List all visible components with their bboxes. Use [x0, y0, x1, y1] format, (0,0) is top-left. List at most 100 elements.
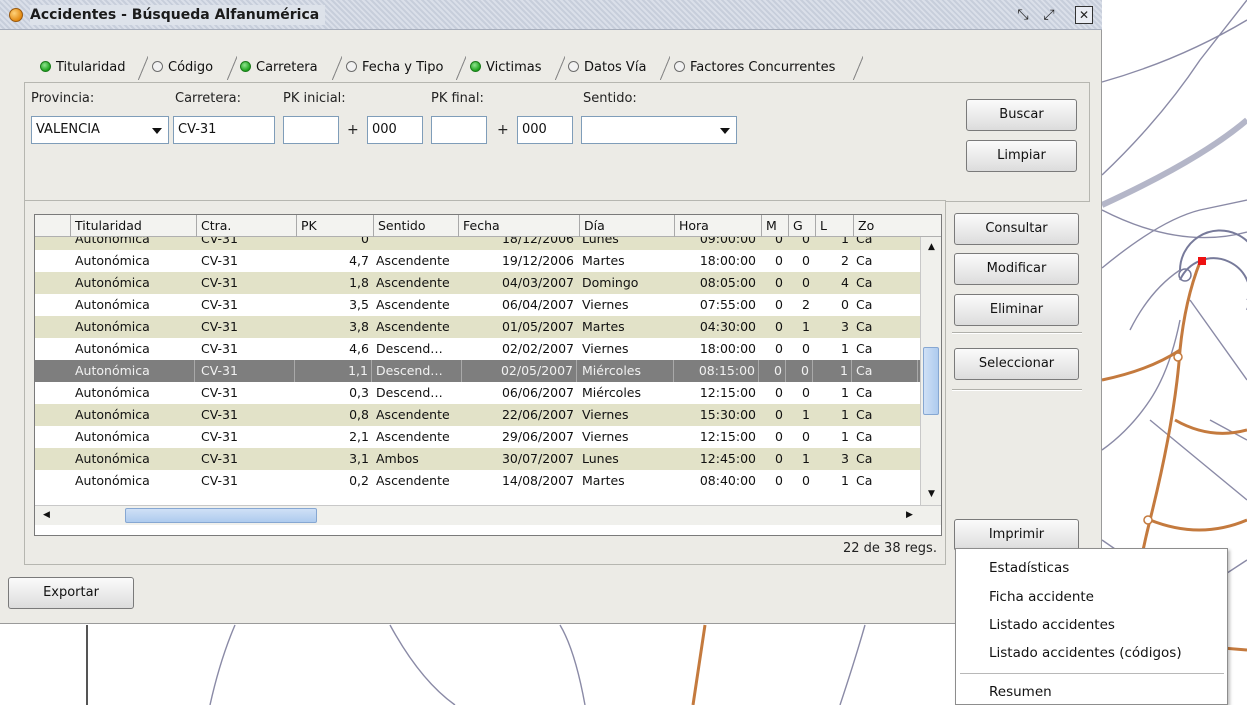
cell-titularidad: Autonómica	[75, 319, 150, 334]
cell-titularidad: Autonómica	[75, 429, 150, 444]
cell-g: 0	[802, 473, 810, 488]
cell-fecha: 22/06/2007	[501, 407, 574, 422]
seleccionar-button[interactable]: Seleccionar	[954, 348, 1079, 380]
cell-pk: 4,6	[349, 341, 369, 356]
cell-hora: 12:15:00	[699, 429, 756, 444]
pk-final-km-input[interactable]	[431, 116, 487, 144]
row-header-corner	[35, 215, 71, 237]
cell-pk: 3,8	[349, 319, 369, 334]
cell-sentido: Ascendente	[376, 429, 450, 444]
restore-icon[interactable]: ⤡	[1014, 6, 1032, 24]
cell-m: 0	[775, 385, 783, 400]
column-header[interactable]: Sentido	[374, 215, 459, 237]
vertical-scroll-thumb[interactable]	[923, 347, 939, 415]
tab-victimas[interactable]: Victimas	[460, 56, 541, 80]
table-row[interactable]: Autonómica CV-31 0,2 Ascendente 14/08/2007 Ma…	[35, 470, 920, 492]
exportar-button[interactable]: Exportar	[8, 577, 134, 609]
cell-zona: Ca	[856, 360, 918, 382]
cell-titularidad: Autonómica	[75, 237, 150, 246]
cell-l: 0	[841, 297, 849, 312]
cell-fecha: 14/08/2007	[501, 473, 574, 488]
tab-carretera[interactable]: Carretera	[230, 56, 318, 80]
pk-final-m-input[interactable]: 000	[517, 116, 573, 144]
pk-inicial-m-input[interactable]: 000	[367, 116, 423, 144]
column-header[interactable]: M	[762, 215, 789, 237]
column-header[interactable]: Día	[580, 215, 675, 237]
maximize-icon[interactable]: ⤢	[1040, 6, 1058, 24]
column-header[interactable]: Fecha	[459, 215, 580, 237]
buscar-button[interactable]: Buscar	[966, 99, 1077, 131]
column-header[interactable]: Ctra.	[197, 215, 297, 237]
cell-ctra: CV-31	[201, 407, 238, 422]
pk-inicial-km-input[interactable]	[283, 116, 339, 144]
vertical-scrollbar[interactable]: ▲ ▼	[920, 237, 941, 505]
horizontal-scrollbar[interactable]: ◀ ▶	[35, 505, 941, 525]
app-icon	[9, 8, 23, 22]
eliminar-button[interactable]: Eliminar	[954, 294, 1079, 326]
cell-zona: Ca	[856, 407, 873, 422]
sentido-select[interactable]	[581, 116, 737, 144]
horizontal-scroll-thumb[interactable]	[125, 508, 317, 523]
table-row[interactable]: Autonómica CV-31 2,1 Ascendente 29/06/2007 Vi…	[35, 426, 920, 448]
tab-factores-concurrentes[interactable]: Factores Concurrentes	[664, 56, 835, 80]
cell-dia: Domingo	[582, 275, 639, 290]
table-body: Autonómica CV-31 0 18/12/2006 Lunes 09:00:00 0…	[35, 237, 920, 505]
imprimir-button[interactable]: Imprimir	[954, 519, 1079, 551]
window-title: Accidentes - Búsqueda Alfanumérica	[30, 5, 326, 25]
scroll-right-icon[interactable]: ▶	[901, 507, 918, 524]
scroll-left-icon[interactable]: ◀	[38, 507, 55, 524]
menu-item-listado-codigos[interactable]: Listado accidentes (códigos)	[989, 645, 1182, 661]
table-row[interactable]: Autonómica CV-31 0,3 Descend… 06/06/2007 Miér…	[35, 382, 920, 404]
cell-g: 0	[802, 341, 810, 356]
cell-sentido: Ascendente	[376, 297, 450, 312]
column-header[interactable]: Hora	[675, 215, 762, 237]
cell-dia: Miércoles	[582, 360, 674, 382]
carretera-input[interactable]: CV-31	[173, 116, 275, 144]
column-header[interactable]: Zo	[854, 215, 920, 237]
cell-g: 1	[802, 407, 810, 422]
column-header[interactable]: G	[789, 215, 816, 237]
table-row[interactable]: Autonómica CV-31 1,8 Ascendente 04/03/2007 Do…	[35, 272, 920, 294]
tab-fecha-tipo[interactable]: Fecha y Tipo	[336, 56, 443, 80]
cell-ctra: CV-31	[201, 275, 238, 290]
results-table[interactable]: Titularidad Ctra. PK Sentido Fecha Día H…	[34, 214, 942, 536]
table-row[interactable]: Autonómica CV-31 3,8 Ascendente 01/05/2007 Ma…	[35, 316, 920, 338]
table-header: Titularidad Ctra. PK Sentido Fecha Día H…	[35, 215, 941, 237]
limpiar-button[interactable]: Limpiar	[966, 140, 1077, 172]
status-dot-icon	[346, 61, 357, 72]
menu-item-ficha-accidente[interactable]: Ficha accidente	[989, 589, 1094, 605]
cell-ctra: CV-31	[201, 237, 238, 246]
table-row[interactable]: Autonómica CV-31 0 18/12/2006 Lunes 09:00:00 0…	[35, 237, 920, 250]
cell-l: 1	[841, 407, 849, 422]
modificar-button[interactable]: Modificar	[954, 253, 1079, 285]
provincia-select[interactable]: VALENCIA	[31, 116, 169, 144]
cell-fecha: 06/06/2007	[501, 385, 574, 400]
menu-item-listado-accidentes[interactable]: Listado accidentes	[989, 617, 1115, 633]
table-row[interactable]: Autonómica CV-31 0,8 Ascendente 22/06/2007 Vi…	[35, 404, 920, 426]
cell-m: 0	[775, 319, 783, 334]
menu-item-resumen[interactable]: Resumen	[989, 684, 1052, 700]
tab-datos-via[interactable]: Datos Vía	[558, 56, 646, 80]
scroll-up-icon[interactable]: ▲	[923, 239, 940, 256]
table-row[interactable]: Autonómica CV-31 4,6 Descend… 02/02/2007 Vier…	[35, 338, 920, 360]
cell-dia: Lunes	[582, 237, 619, 246]
print-menu: Estadísticas Ficha accidente Listado acc…	[955, 548, 1228, 705]
cell-l: 1	[841, 237, 849, 246]
scroll-down-icon[interactable]: ▼	[923, 486, 940, 503]
table-row[interactable]: Autonómica CV-31 1,1 Descend… 02/05/2007 Miér…	[35, 360, 920, 382]
table-row[interactable]: Autonómica CV-31 3,1 Ambos 30/07/2007 Lunes 12…	[35, 448, 920, 470]
close-icon[interactable]: ✕	[1075, 6, 1093, 24]
table-row[interactable]: Autonómica CV-31 4,7 Ascendente 19/12/2006 Ma…	[35, 250, 920, 272]
column-header[interactable]: Titularidad	[71, 215, 197, 237]
consultar-button[interactable]: Consultar	[954, 213, 1079, 245]
cell-l: 1	[816, 360, 852, 382]
column-header[interactable]: L	[816, 215, 854, 237]
status-dot-icon	[470, 61, 481, 72]
tab-codigo[interactable]: Código	[142, 56, 213, 80]
cell-hora: 08:15:00	[675, 360, 759, 382]
menu-item-estadisticas[interactable]: Estadísticas	[989, 560, 1069, 576]
title-bar[interactable]: Accidentes - Búsqueda Alfanumérica ⤡ ⤢ ✕	[0, 0, 1102, 30]
tab-titularidad[interactable]: Titularidad	[30, 56, 126, 80]
column-header[interactable]: PK	[297, 215, 374, 237]
table-row[interactable]: Autonómica CV-31 3,5 Ascendente 06/04/2007 Vi…	[35, 294, 920, 316]
